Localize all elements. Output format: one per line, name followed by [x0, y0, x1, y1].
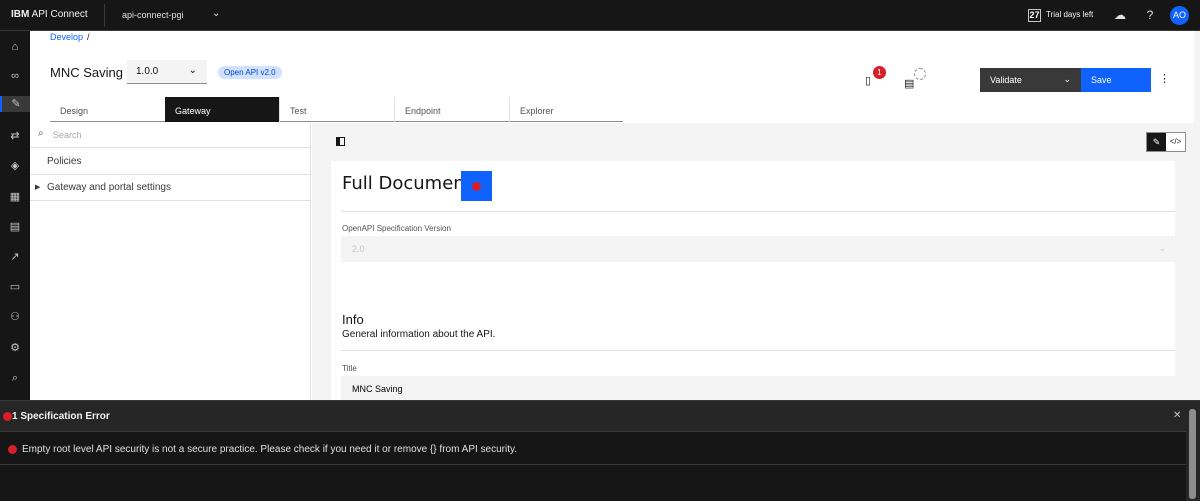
- api-title: MNC Saving: [50, 65, 123, 80]
- version-select[interactable]: 1.0.0 ⌄: [127, 60, 207, 84]
- form-view-icon[interactable]: ✎: [1147, 133, 1166, 151]
- cloud-upload-icon[interactable]: ☁: [1113, 8, 1127, 22]
- title-input[interactable]: MNC Saving: [341, 376, 1176, 402]
- overflow-menu-icon[interactable]: ⋮: [1159, 72, 1170, 85]
- tree-item-label: Gateway and portal settings: [47, 182, 171, 193]
- grid-icon[interactable]: ▦: [7, 189, 23, 205]
- error-dot-icon: [472, 182, 481, 191]
- settings-icon[interactable]: ⚙: [7, 340, 23, 356]
- title-label: Title: [342, 364, 357, 373]
- validate-label: Validate: [990, 75, 1022, 85]
- comments-icon[interactable]: ▤: [904, 77, 914, 90]
- error-indicator[interactable]: [461, 171, 492, 201]
- side-panel-toggle-icon[interactable]: [336, 137, 345, 146]
- info-section-description: General information about the API.: [342, 329, 496, 340]
- main-scrollbar[interactable]: [1194, 31, 1200, 400]
- left-nav: ⌂ ∞ ✎ ⇄ ◈ ▦ ▤ ↗ ▭ ⚇ ⚙ ⌕: [0, 31, 30, 400]
- editor-tabs: Design Gateway Test Endpoint Explorer: [50, 97, 623, 122]
- error-row[interactable]: Empty root level API security is not a s…: [0, 433, 1186, 465]
- source-view-icon[interactable]: </>: [1166, 133, 1185, 151]
- tree-item-policies[interactable]: Policies: [30, 149, 311, 175]
- chevron-down-icon[interactable]: ⌄: [212, 8, 220, 19]
- top-bar: IBM API Connect api-connect-pgi ⌄ 27 Tri…: [0, 0, 1200, 31]
- validate-button[interactable]: Validate ⌄: [980, 68, 1081, 92]
- chevron-down-icon: ⌄: [1158, 243, 1166, 253]
- oas-version-label: OpenAPI Specification Version: [342, 224, 451, 233]
- brand-rest: API Connect: [29, 9, 88, 20]
- exchange-icon[interactable]: ⇄: [7, 128, 23, 144]
- document-form: Full Document OpenAPI Specification Vers…: [331, 161, 1176, 402]
- caret-right-icon[interactable]: ▶: [35, 183, 40, 191]
- divider: [341, 350, 1175, 351]
- tab-test[interactable]: Test: [279, 97, 394, 122]
- breadcrumb-develop[interactable]: Develop: [50, 32, 83, 42]
- tab-design[interactable]: Design: [50, 97, 165, 122]
- search-input[interactable]: [53, 128, 303, 142]
- tab-endpoint[interactable]: Endpoint: [394, 97, 509, 122]
- info-section-title: Info: [342, 312, 364, 327]
- main-content: Develop / MNC Saving 1.0.0 ⌄ Open API v2.0…: [30, 31, 1194, 402]
- error-panel: 1 Specification Error ✕ Empty root level…: [0, 400, 1200, 501]
- save-button[interactable]: Save: [1081, 68, 1151, 92]
- tree-item-gateway-portal-settings[interactable]: ▶ Gateway and portal settings: [30, 175, 311, 201]
- tree-item-label: Policies: [47, 156, 82, 167]
- trial-days-badge: 27: [1028, 9, 1041, 22]
- catalog-selector[interactable]: api-connect-pgi: [122, 10, 184, 20]
- error-panel-scrollbar[interactable]: [1186, 401, 1200, 501]
- breadcrumb: Develop /: [50, 32, 90, 42]
- error-message: Empty root level API security is not a s…: [22, 444, 518, 455]
- shield-icon[interactable]: ◈: [7, 158, 23, 174]
- oas-version-value: 2.0: [352, 244, 365, 254]
- monitor-icon[interactable]: ▭: [7, 279, 23, 295]
- document-icon[interactable]: ▤: [7, 219, 23, 235]
- error-panel-header: 1 Specification Error ✕: [0, 401, 1186, 432]
- chevron-down-icon: ⌄: [1063, 74, 1071, 84]
- document-pane: ✎ </> Full Document OpenAPI Specificatio…: [312, 123, 1194, 402]
- search-icon: ⌕: [38, 128, 44, 139]
- brand-logo[interactable]: IBM API Connect: [11, 9, 88, 20]
- openapi-version-tag: Open API v2.0: [218, 66, 282, 79]
- users-icon[interactable]: ⚇: [7, 309, 23, 325]
- search-icon[interactable]: ⌕: [7, 370, 23, 386]
- breadcrumb-separator: /: [87, 32, 90, 42]
- error-dot-icon: [8, 445, 17, 454]
- apps-icon[interactable]: ∞: [7, 68, 23, 84]
- avatar[interactable]: AO: [1170, 6, 1189, 25]
- divider: [341, 211, 1175, 212]
- notification-count-badge: 1: [873, 66, 886, 79]
- chevron-down-icon: ⌄: [188, 65, 197, 76]
- top-divider: [104, 4, 105, 27]
- tab-explorer[interactable]: Explorer: [509, 97, 624, 122]
- tab-gateway[interactable]: Gateway: [165, 97, 280, 122]
- version-value: 1.0.0: [136, 66, 159, 77]
- loading-spinner-icon: [914, 68, 926, 80]
- error-panel-title: 1 Specification Error: [12, 411, 110, 422]
- analytics-icon[interactable]: ↗: [7, 249, 23, 265]
- policy-tree-pane: ⌕ Policies ▶ Gateway and portal settings: [30, 123, 311, 400]
- error-dot-icon: [3, 412, 12, 421]
- close-icon[interactable]: ✕: [1173, 410, 1181, 421]
- help-icon[interactable]: ?: [1143, 8, 1157, 22]
- view-mode-toggle: ✎ </>: [1146, 132, 1186, 152]
- search-box: ⌕: [30, 123, 311, 148]
- edit-icon[interactable]: ✎: [0, 96, 30, 112]
- brand-bold: IBM: [11, 9, 30, 20]
- notifications-icon[interactable]: ▯: [865, 74, 871, 87]
- document-title: Full Document: [342, 173, 472, 194]
- oas-version-select: 2.0 ⌄: [341, 236, 1176, 262]
- home-icon[interactable]: ⌂: [7, 39, 23, 55]
- trial-days-label: Trial days left: [1046, 10, 1094, 19]
- scrollbar-thumb[interactable]: [1189, 409, 1196, 499]
